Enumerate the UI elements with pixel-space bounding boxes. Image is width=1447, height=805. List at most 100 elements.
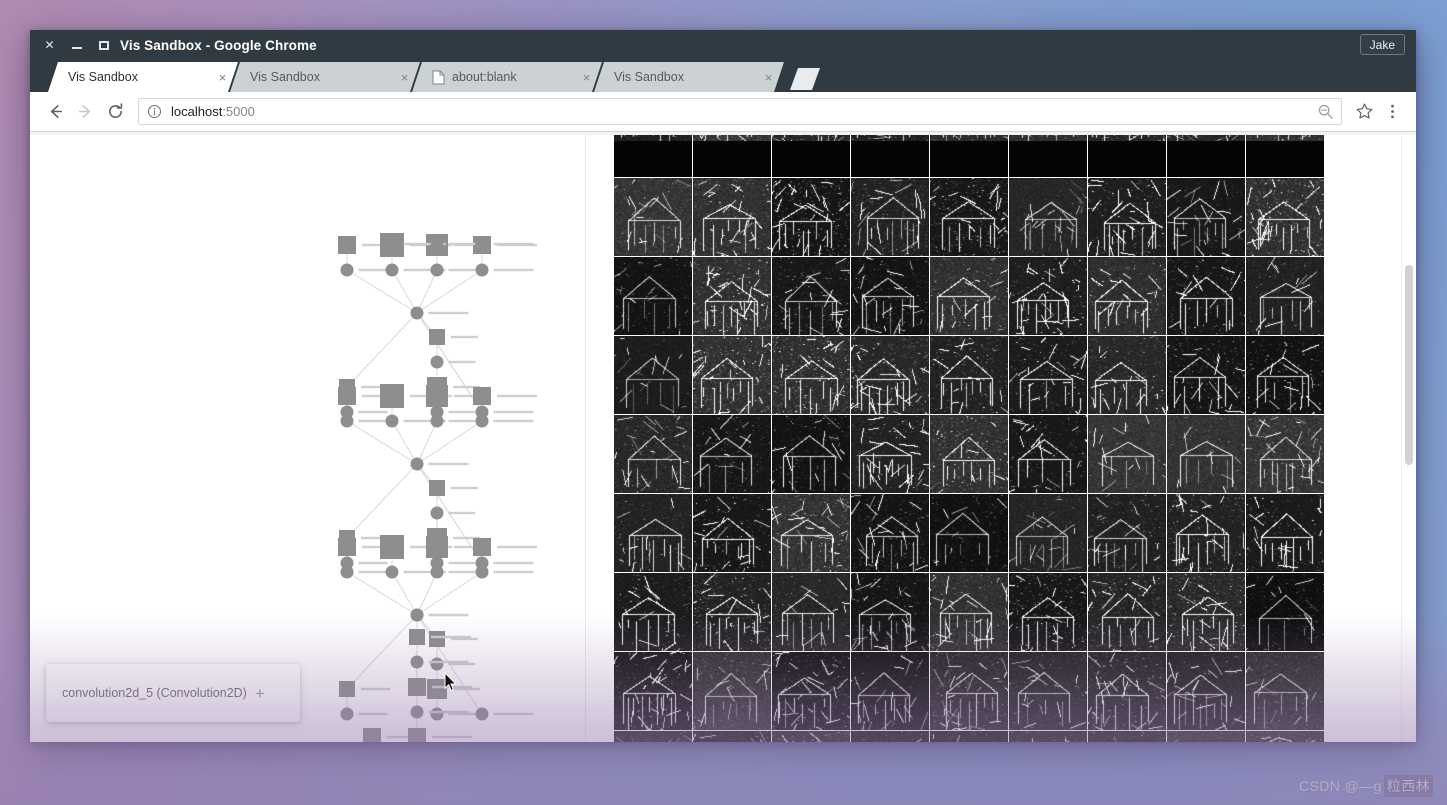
- feature-map-cell[interactable]: [1088, 336, 1166, 414]
- feature-map-cell[interactable]: [851, 135, 929, 177]
- feature-map-cell[interactable]: [772, 494, 850, 572]
- feature-map-cell[interactable]: [851, 178, 929, 256]
- feature-map-cell[interactable]: [693, 415, 771, 493]
- feature-map-cell[interactable]: [930, 652, 1008, 730]
- feature-map-cell[interactable]: [851, 415, 929, 493]
- feature-map-cell[interactable]: [851, 652, 929, 730]
- feature-map-cell[interactable]: [1009, 178, 1087, 256]
- tab-vis-sandbox-1[interactable]: Vis Sandbox ×: [48, 62, 238, 92]
- model-graph[interactable]: [30, 132, 586, 742]
- feature-map-cell[interactable]: [1246, 573, 1324, 651]
- feature-map-cell[interactable]: [693, 257, 771, 335]
- feature-map-cell[interactable]: [614, 652, 692, 730]
- window-close-button[interactable]: ✕: [43, 39, 56, 52]
- feature-map-cell[interactable]: [614, 415, 692, 493]
- feature-map-cell[interactable]: [930, 135, 1008, 177]
- feature-map-cell[interactable]: [1088, 652, 1166, 730]
- feature-map-cell[interactable]: [772, 415, 850, 493]
- feature-map-cell[interactable]: [772, 178, 850, 256]
- reload-arrow-icon[interactable]: [100, 97, 130, 127]
- feature-map-cell[interactable]: [1246, 336, 1324, 414]
- feature-map-cell[interactable]: [930, 573, 1008, 651]
- three-dot-menu-icon[interactable]: [1378, 98, 1406, 126]
- window-minimize-button[interactable]: [70, 39, 83, 52]
- feature-map-pane[interactable]: [586, 132, 1416, 742]
- feature-map-cell[interactable]: [614, 731, 692, 742]
- forward-arrow-icon[interactable]: [70, 97, 100, 127]
- feature-map-cell[interactable]: [614, 135, 692, 177]
- feature-map-cell[interactable]: [1246, 494, 1324, 572]
- feature-map-cell[interactable]: [1088, 135, 1166, 177]
- layer-info-card[interactable]: convolution2d_5 (Convolution2D) +: [46, 664, 300, 722]
- feature-map-cell[interactable]: [1088, 415, 1166, 493]
- feature-map-cell[interactable]: [693, 336, 771, 414]
- feature-map-cell[interactable]: [693, 652, 771, 730]
- feature-map-cell[interactable]: [614, 494, 692, 572]
- window-maximize-button[interactable]: [97, 39, 110, 52]
- feature-map-cell[interactable]: [1009, 336, 1087, 414]
- feature-map-cell[interactable]: [693, 135, 771, 177]
- feature-map-cell[interactable]: [1088, 178, 1166, 256]
- feature-map-cell[interactable]: [1167, 257, 1245, 335]
- feature-map-cell[interactable]: [1167, 178, 1245, 256]
- feature-map-cell[interactable]: [772, 652, 850, 730]
- feature-map-cell[interactable]: [1167, 336, 1245, 414]
- feature-map-cell[interactable]: [693, 573, 771, 651]
- feature-map-cell[interactable]: [851, 731, 929, 742]
- tab-close-icon[interactable]: ×: [215, 70, 230, 85]
- page-scrollbar-track[interactable]: [1401, 135, 1416, 742]
- feature-map-cell[interactable]: [1009, 494, 1087, 572]
- feature-map-cell[interactable]: [1167, 731, 1245, 742]
- feature-map-cell[interactable]: [1009, 135, 1087, 177]
- feature-map-cell[interactable]: [1009, 257, 1087, 335]
- feature-map-cell[interactable]: [1009, 652, 1087, 730]
- feature-map-cell[interactable]: [614, 257, 692, 335]
- tab-vis-sandbox-2[interactable]: Vis Sandbox ×: [230, 62, 420, 92]
- model-graph-pane[interactable]: convolution2d_5 (Convolution2D) +: [30, 132, 586, 742]
- feature-map-cell[interactable]: [930, 731, 1008, 742]
- feature-map-cell[interactable]: [772, 336, 850, 414]
- tab-close-icon[interactable]: ×: [579, 70, 594, 85]
- feature-map-cell[interactable]: [1246, 257, 1324, 335]
- feature-map-cell[interactable]: [1246, 178, 1324, 256]
- feature-map-cell[interactable]: [1009, 415, 1087, 493]
- feature-map-cell[interactable]: [772, 573, 850, 651]
- feature-map-cell[interactable]: [1009, 731, 1087, 742]
- feature-map-cell[interactable]: [693, 494, 771, 572]
- feature-map-cell[interactable]: [772, 731, 850, 742]
- feature-map-cell[interactable]: [1246, 652, 1324, 730]
- feature-map-cell[interactable]: [1009, 573, 1087, 651]
- info-circle-icon[interactable]: [147, 104, 163, 120]
- feature-map-cell[interactable]: [614, 573, 692, 651]
- feature-map-cell[interactable]: [614, 336, 692, 414]
- feature-map-cell[interactable]: [930, 336, 1008, 414]
- feature-map-cell[interactable]: [1167, 573, 1245, 651]
- feature-map-cell[interactable]: [851, 257, 929, 335]
- feature-map-cell[interactable]: [693, 178, 771, 256]
- feature-map-cell[interactable]: [614, 178, 692, 256]
- feature-map-cell[interactable]: [930, 257, 1008, 335]
- expand-plus-icon[interactable]: +: [255, 685, 265, 702]
- feature-map-cell[interactable]: [851, 494, 929, 572]
- feature-map-cell[interactable]: [1088, 257, 1166, 335]
- feature-map-cell[interactable]: [1088, 731, 1166, 742]
- feature-map-cell[interactable]: [930, 494, 1008, 572]
- address-bar[interactable]: localhost:5000: [138, 98, 1342, 125]
- star-icon[interactable]: [1350, 98, 1378, 126]
- back-arrow-icon[interactable]: [40, 97, 70, 127]
- feature-map-cell[interactable]: [1246, 415, 1324, 493]
- feature-map-cell[interactable]: [1088, 494, 1166, 572]
- feature-map-cell[interactable]: [851, 336, 929, 414]
- search-icon[interactable]: [1317, 103, 1335, 121]
- feature-map-cell[interactable]: [772, 135, 850, 177]
- feature-map-cell[interactable]: [693, 731, 771, 742]
- feature-map-cell[interactable]: [772, 257, 850, 335]
- feature-map-cell[interactable]: [1246, 135, 1324, 177]
- tab-close-icon[interactable]: ×: [761, 70, 776, 85]
- tab-close-icon[interactable]: ×: [397, 70, 412, 85]
- feature-map-cell[interactable]: [1088, 573, 1166, 651]
- feature-map-cell[interactable]: [851, 573, 929, 651]
- page-scrollbar-thumb[interactable]: [1405, 265, 1413, 465]
- feature-map-cell[interactable]: [1167, 135, 1245, 177]
- feature-map-cell[interactable]: [1246, 731, 1324, 742]
